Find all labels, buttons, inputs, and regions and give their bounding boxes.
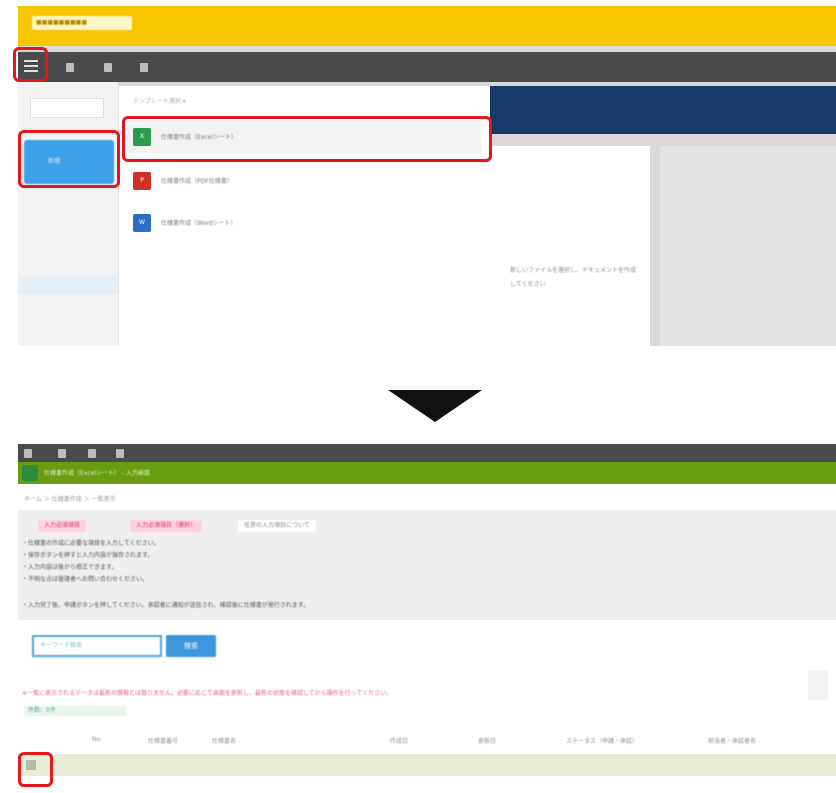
info-line: ・仕様書の作成に必要な項目を入力してください。 [22,540,160,547]
down-arrow-icon [388,390,482,422]
dropdown-item-label: 仕様書作成（Excelシート） [161,134,237,141]
info-line: ・入力内容は後から修正できます。 [22,564,118,571]
export-icon[interactable] [808,670,828,700]
document-hint-text: 新しいファイルを選択し、ドキュメントを作成してください [510,267,637,288]
sidebar-selected-item[interactable] [18,276,118,294]
pdf-document-icon: P [133,172,151,190]
required-select-tag: 入力必須項目（選択） [130,520,203,532]
optional-tag: 任意の入力項目について [238,520,316,532]
content-header-bar [490,86,836,134]
search-button[interactable]: 検索 [166,635,216,657]
settings-icon[interactable] [116,449,124,458]
dropdown-item-label: 仕様書作成（Wordシート） [161,220,237,227]
table-header-cell[interactable]: No. [92,736,102,743]
row-edit-icon[interactable] [26,760,36,770]
dropdown-header: テンプレート選択 ▾ [133,98,186,105]
file-icon[interactable] [58,449,66,458]
warning-text: ※一覧に表示されるデータは最新の情報とは限りません。必要に応じて画面を更新し、最… [22,690,393,697]
info-line: ・不明な点は管理者へお問い合わせください。 [22,576,149,583]
app-header-bar: ■■■■■■■■■ [18,6,836,46]
info-line: ・入力完了後、申請ボタンを押してください。承認者に通知が送信され、確認後に仕様書… [22,602,310,609]
preview-area [660,146,836,346]
excel-sheet-icon: X [133,128,151,146]
word-document-icon: W [133,214,151,232]
settings-icon[interactable] [140,63,148,72]
sidebar [18,82,118,346]
breadcrumb[interactable]: ホーム ＞ 仕様書作成 ＞ 一覧表示 [24,494,115,503]
table-header-cell[interactable]: 仕様書名 [212,736,236,745]
info-line: ・保存ボタンを押すと入力内容が保存されます。 [22,552,154,559]
table-header-cell[interactable]: ステータス（申請・承認） [566,736,638,745]
table-header-cell[interactable]: 担当者・承認者名 [708,736,756,745]
dropdown-item-excel[interactable]: X 仕様書作成（Excelシート） [127,120,481,154]
excel-sheet-icon [22,465,38,481]
table-row[interactable] [18,754,836,776]
result-count: 件数：0件 [24,706,126,716]
new-button[interactable]: 新規 [24,140,114,184]
table-header-cell[interactable]: 作成日 [390,736,408,745]
app-logo: ■■■■■■■■■ [32,16,132,30]
bottom-screenshot: 仕様書作成（Excelシート） - 入力画面 ホーム ＞ 仕様書作成 ＞ 一覧表… [18,444,836,793]
document-panel: 新しいファイルを選択し、ドキュメントを作成してください [490,146,650,346]
search-input[interactable]: キーワード検索 [32,635,162,657]
hamburger-menu-icon[interactable] [22,58,40,74]
file-icon[interactable] [66,63,74,72]
form-header-bar: 仕様書作成（Excelシート） - 入力画面 [18,462,836,484]
table-header: No. 仕様書番号 仕様書名 作成日 更新日 ステータス（申請・承認） 担当者・… [18,728,836,754]
folder-icon[interactable] [104,63,112,72]
required-tag: 入力必須項目 [38,520,87,532]
top-screenshot: ■■■■■■■■■ 新規 テンプレート選択 ▾ X 仕様書作成（Excelシート… [18,6,836,346]
table-header-cell[interactable]: 仕様書番号 [148,736,178,745]
toolbar [18,444,836,462]
info-panel: 入力必須項目 入力必須項目（選択） 任意の入力項目について ・仕様書の作成に必要… [18,510,836,620]
dropdown-item-word[interactable]: W 仕様書作成（Wordシート） [127,206,481,240]
toolbar [18,52,836,82]
sidebar-search-field[interactable] [30,98,104,118]
menu-icon[interactable] [24,449,32,458]
table-header-cell[interactable]: 更新日 [478,736,496,745]
template-dropdown: テンプレート選択 ▾ X 仕様書作成（Excelシート） P 仕様書作成（PDF… [118,86,491,346]
dropdown-item-label: 仕様書作成（PDF仕様書） [161,178,233,185]
form-title: 仕様書作成（Excelシート） - 入力画面 [44,470,150,477]
dropdown-item-pdf[interactable]: P 仕様書作成（PDF仕様書） [127,164,481,198]
folder-icon[interactable] [88,449,96,458]
